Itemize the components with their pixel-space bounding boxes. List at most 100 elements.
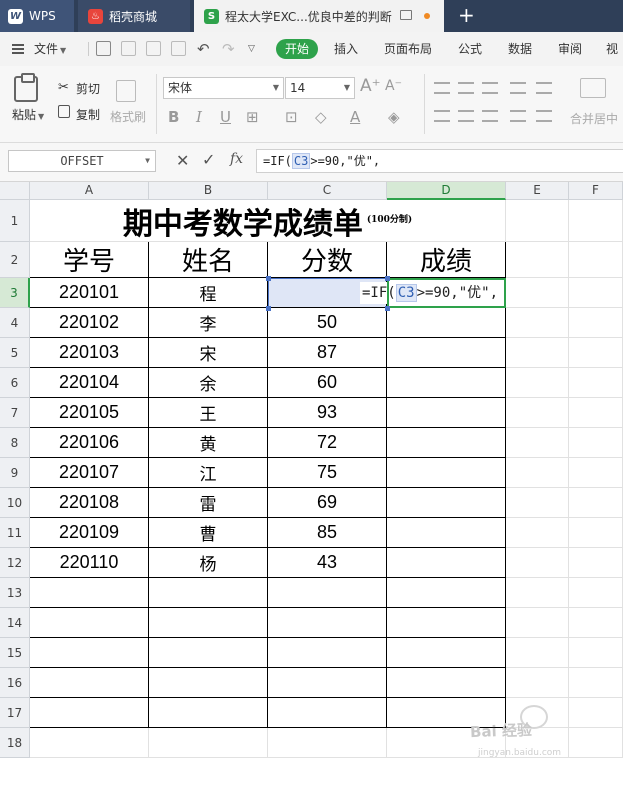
score-cell[interactable]: 75 bbox=[268, 458, 387, 488]
selection-handle[interactable] bbox=[385, 306, 390, 311]
row-header-9[interactable]: 9 bbox=[0, 458, 30, 488]
format-painter-button[interactable]: 格式刷 bbox=[110, 108, 146, 125]
table-cell[interactable] bbox=[387, 368, 506, 398]
score-cell[interactable]: 50 bbox=[268, 308, 387, 338]
table-cell[interactable] bbox=[268, 608, 387, 638]
table-cell[interactable] bbox=[506, 488, 569, 518]
print-preview-icon[interactable] bbox=[171, 41, 186, 56]
column-header-c[interactable]: C bbox=[268, 182, 387, 200]
clear-format-icon[interactable]: ◈ bbox=[388, 108, 400, 126]
table-cell[interactable] bbox=[268, 638, 387, 668]
score-cell[interactable]: 69 bbox=[268, 488, 387, 518]
table-cell[interactable] bbox=[149, 638, 268, 668]
tab-document[interactable]: S 程太大学EXC...优良中差的判断 bbox=[194, 0, 444, 32]
export-icon[interactable] bbox=[121, 41, 136, 56]
table-cell[interactable] bbox=[149, 728, 268, 758]
row-header-12[interactable]: 12 bbox=[0, 548, 30, 578]
table-cell[interactable] bbox=[506, 398, 569, 428]
student-name-cell[interactable]: 李 bbox=[149, 308, 268, 338]
student-id-cell[interactable]: 220110 bbox=[30, 548, 149, 578]
bold-icon[interactable]: B bbox=[168, 108, 179, 126]
monitor-icon[interactable] bbox=[400, 10, 412, 20]
table-cell[interactable] bbox=[569, 638, 623, 668]
align-middle-icon[interactable] bbox=[458, 82, 474, 94]
table-cell[interactable] bbox=[569, 200, 623, 242]
student-id-cell[interactable]: 220103 bbox=[30, 338, 149, 368]
menu-insert[interactable]: 插入 bbox=[334, 32, 358, 66]
student-name-cell[interactable]: 王 bbox=[149, 398, 268, 428]
table-cell[interactable] bbox=[149, 698, 268, 728]
tab-store[interactable]: ♨ 稻壳商城 bbox=[78, 0, 190, 32]
student-id-cell[interactable]: 220108 bbox=[30, 488, 149, 518]
table-cell[interactable] bbox=[569, 308, 623, 338]
table-cell[interactable] bbox=[387, 338, 506, 368]
student-name-cell[interactable]: 余 bbox=[149, 368, 268, 398]
align-left-icon[interactable] bbox=[434, 110, 450, 122]
row-header-3[interactable]: 3 bbox=[0, 278, 30, 308]
table-cell[interactable] bbox=[30, 698, 149, 728]
table-cell[interactable] bbox=[506, 608, 569, 638]
column-title-cell[interactable]: 学号 bbox=[30, 242, 149, 278]
score-cell[interactable]: 85 bbox=[268, 518, 387, 548]
tab-wps[interactable]: W WPS bbox=[0, 0, 74, 32]
undo-icon[interactable]: ↶ bbox=[197, 32, 210, 66]
table-cell[interactable] bbox=[387, 398, 506, 428]
merge-cells-icon[interactable]: ⊡ bbox=[285, 108, 298, 126]
table-cell[interactable] bbox=[506, 368, 569, 398]
row-header-15[interactable]: 15 bbox=[0, 638, 30, 668]
new-tab-plus-icon[interactable]: + bbox=[458, 4, 475, 26]
justify-icon[interactable] bbox=[510, 110, 526, 122]
italic-icon[interactable]: I bbox=[196, 108, 202, 126]
copy-icon[interactable] bbox=[58, 105, 70, 118]
formula-input[interactable]: =IF(C3 >=90,"优", bbox=[256, 149, 623, 173]
table-cell[interactable] bbox=[387, 518, 506, 548]
fill-color-icon[interactable]: ◇ bbox=[315, 108, 327, 126]
table-cell[interactable] bbox=[506, 668, 569, 698]
table-cell[interactable] bbox=[506, 308, 569, 338]
student-id-cell[interactable]: 220105 bbox=[30, 398, 149, 428]
menu-page-layout[interactable]: 页面布局 bbox=[384, 32, 432, 66]
table-cell[interactable] bbox=[506, 200, 569, 242]
student-name-cell[interactable]: 雷 bbox=[149, 488, 268, 518]
student-id-cell[interactable]: 220106 bbox=[30, 428, 149, 458]
student-id-cell[interactable]: 220109 bbox=[30, 518, 149, 548]
menu-review[interactable]: 审阅 bbox=[558, 32, 582, 66]
border-icon[interactable]: ⊞ bbox=[246, 108, 259, 126]
font-color-icon[interactable]: A bbox=[350, 108, 360, 126]
student-id-cell[interactable]: 220104 bbox=[30, 368, 149, 398]
table-cell[interactable] bbox=[30, 668, 149, 698]
paste-icon[interactable] bbox=[14, 73, 38, 102]
copy-button[interactable]: 复制 bbox=[76, 106, 100, 123]
table-cell[interactable] bbox=[268, 698, 387, 728]
row-header-16[interactable]: 16 bbox=[0, 668, 30, 698]
merge-center-icon[interactable] bbox=[580, 78, 606, 98]
student-name-cell[interactable]: 程 bbox=[149, 278, 268, 308]
name-box[interactable]: OFFSET ▼ bbox=[8, 150, 156, 172]
distribute-icon[interactable] bbox=[536, 110, 552, 122]
increase-font-icon[interactable]: A⁺ bbox=[360, 76, 381, 96]
table-cell[interactable] bbox=[387, 458, 506, 488]
print-icon[interactable] bbox=[146, 41, 161, 56]
table-cell[interactable] bbox=[30, 638, 149, 668]
table-cell[interactable] bbox=[506, 428, 569, 458]
score-cell[interactable]: 72 bbox=[268, 428, 387, 458]
row-header-14[interactable]: 14 bbox=[0, 608, 30, 638]
table-cell[interactable] bbox=[569, 578, 623, 608]
indent-icon[interactable] bbox=[510, 82, 526, 94]
table-cell[interactable] bbox=[268, 578, 387, 608]
table-cell[interactable] bbox=[506, 278, 569, 308]
table-cell[interactable] bbox=[569, 428, 623, 458]
student-id-cell[interactable]: 220101 bbox=[30, 278, 149, 308]
table-cell[interactable] bbox=[569, 278, 623, 308]
table-cell[interactable] bbox=[149, 668, 268, 698]
table-cell[interactable] bbox=[506, 518, 569, 548]
table-cell[interactable] bbox=[569, 242, 623, 278]
cut-button[interactable]: 剪切 bbox=[76, 80, 100, 97]
align-top-icon[interactable] bbox=[434, 82, 450, 94]
row-header-13[interactable]: 13 bbox=[0, 578, 30, 608]
column-header-d[interactable]: D bbox=[387, 182, 506, 200]
row-header-4[interactable]: 4 bbox=[0, 308, 30, 338]
confirm-formula-icon[interactable]: ✓ bbox=[202, 150, 215, 169]
student-id-cell[interactable]: 220107 bbox=[30, 458, 149, 488]
row-header-11[interactable]: 11 bbox=[0, 518, 30, 548]
